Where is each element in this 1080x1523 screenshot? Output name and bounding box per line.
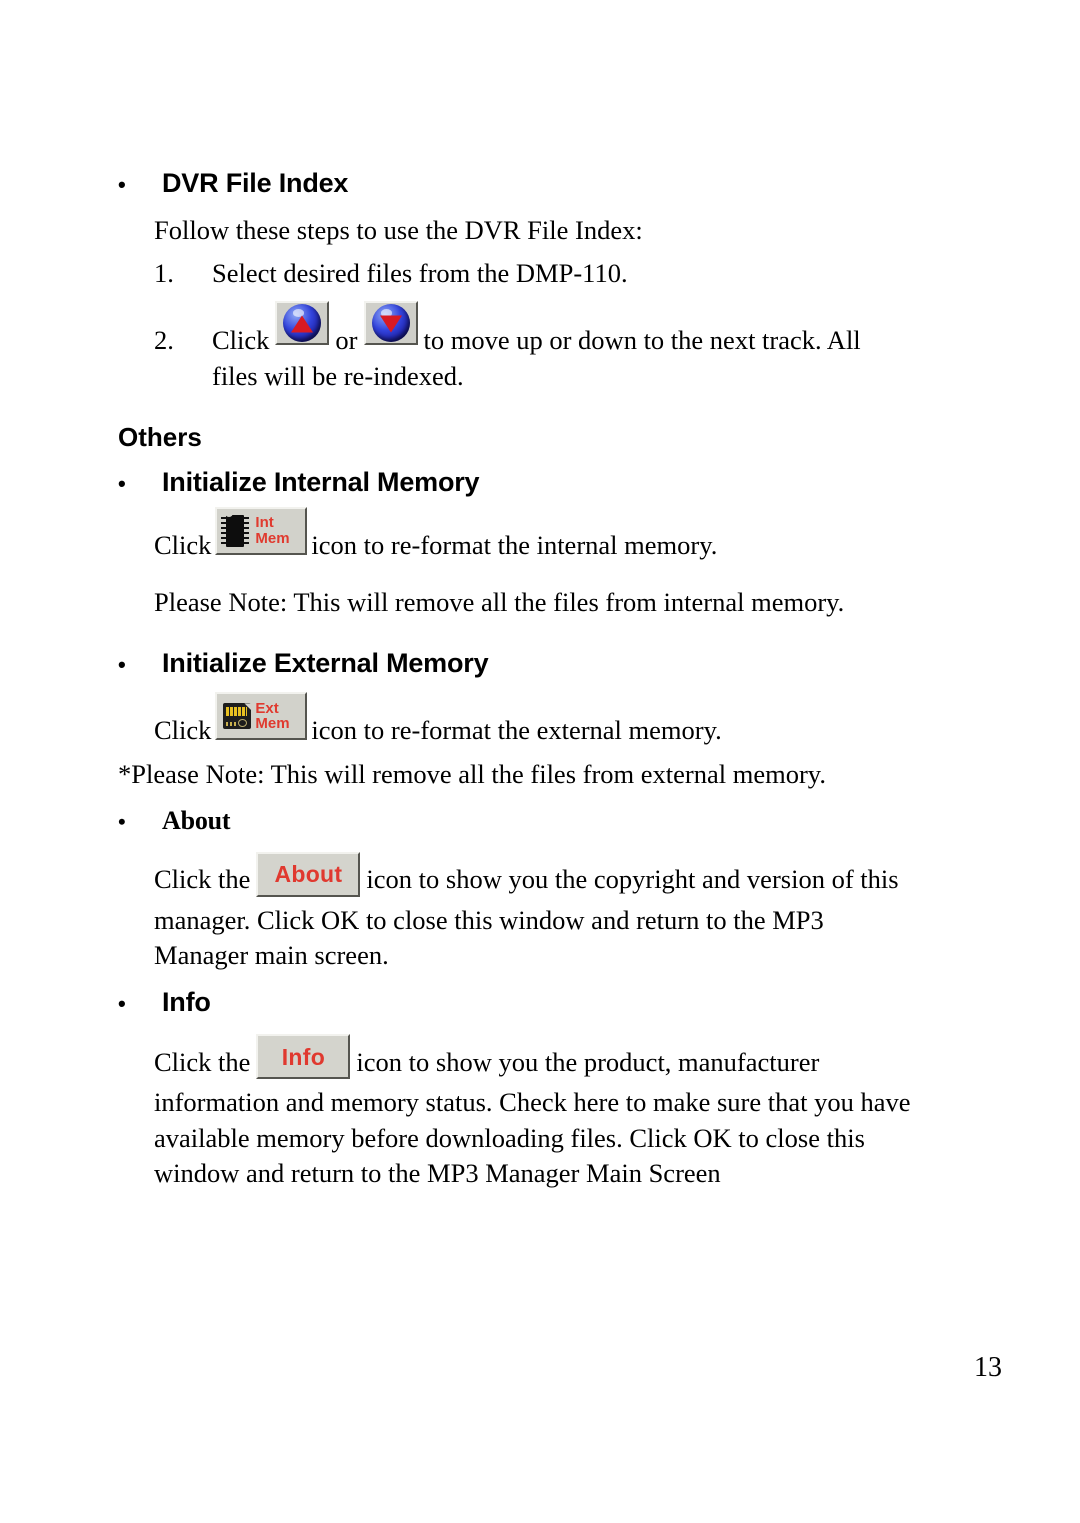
bullet-glyph: • [118,991,126,1017]
heading-about: • About [118,806,1018,836]
info-instruction-line-2: information and memory status. Check her… [154,1087,911,1118]
dvr-step-1: 1. Select desired files from the DMP-110… [154,256,1018,291]
info-button-label: Info [281,1043,326,1070]
int-mem-line-2: Mem [255,529,290,547]
heading-initialize-external-memory-label: Initialize External Memory [162,648,489,679]
info-button-icon[interactable]: Info [256,1034,351,1080]
int-mem-label: Int Mem [254,515,305,547]
internal-memory-note: Please Note: This will remove all the fi… [154,587,845,618]
dvr-step-2: 2. Click or to move up or down to the ne… [154,301,1018,393]
bullet-glyph: • [118,470,126,496]
about-click-after: icon to show you the copyright and versi… [366,864,899,895]
heading-dvr-file-index-label: DVR File Index [162,168,349,198]
memory-card-graphic [220,698,254,734]
card-contacts [226,707,248,717]
move-down-button-icon[interactable] [363,301,418,346]
int-mem-icon[interactable]: Int Mem [215,506,308,555]
info-instruction-line-1: Click the Info icon to show you the prod… [154,1034,1018,1085]
external-memory-click-before: Click [154,715,212,746]
info-click-after: icon to show you the product, manufactur… [356,1046,820,1077]
external-memory-note: *Please Note: This will remove all the f… [118,758,826,789]
move-up-button-icon[interactable] [275,301,330,346]
info-instruction-line-3: available memory before downloading file… [154,1122,865,1153]
ext-mem-line-1: Ext [255,699,279,717]
external-memory-instruction: Click Ext Mem icon to re-format the exte… [154,692,1018,748]
heading-info: • Info [118,987,1018,1018]
document-page: • DVR File Index Follow these steps to u… [0,0,1080,1523]
dvr-step-2-between: or [335,325,358,356]
internal-memory-click-before: Click [154,529,212,560]
heading-initialize-external-memory: • Initialize External Memory [118,648,1018,679]
info-instruction-line-4: window and return to the MP3 Manager Mai… [154,1157,721,1188]
dvr-step-2-after: to move up or down to the next track. Al… [423,325,861,356]
about-instruction-line-1: Click the About icon to show you the cop… [154,851,1018,903]
bullet-glyph: • [118,652,126,678]
bullet-glyph: • [118,808,126,834]
page-content: • DVR File Index Follow these steps to u… [118,168,1018,1191]
triangle-up-icon [291,315,314,333]
dvr-step-2-number: 2. [154,325,174,356]
external-memory-click-after: icon to re-format the external memory. [311,715,722,746]
ext-mem-label: Ext Mem [254,699,305,733]
about-instruction-line-3: Manager main screen. [154,940,389,971]
page-number: 13 [974,1352,1002,1383]
bullet-glyph: • [118,172,126,197]
heading-others: Others [118,421,202,452]
info-click-before: Click the [154,1046,251,1077]
heading-dvr-file-index: • DVR File Index [118,168,1018,199]
heading-initialize-internal-memory-label: Initialize Internal Memory [162,466,480,497]
triangle-down-icon [379,315,402,333]
chip-body [221,514,250,547]
about-button-icon[interactable]: About [256,851,361,897]
dvr-step-2-line-2: files will be re-indexed. [212,360,464,391]
internal-memory-instruction: Click Int Mem icon to re-format the inte… [154,506,1018,563]
about-click-before: Click the [154,864,251,895]
dvr-step-2-before: Click [212,325,270,356]
ext-mem-icon[interactable]: Ext Mem [215,692,308,741]
heading-initialize-internal-memory: • Initialize Internal Memory [118,467,1018,498]
int-mem-line-1: Int [255,514,274,532]
dvr-intro-text: Follow these steps to use the DVR File I… [154,215,643,245]
internal-memory-click-after: icon to re-format the internal memory. [311,529,718,560]
dvr-step-2-line-1: Click or to move up or down to the next … [212,301,1018,358]
heading-about-label: About [162,805,231,835]
about-button-label: About [274,861,343,888]
card-circle [238,719,248,728]
ext-mem-line-2: Mem [255,715,290,733]
card-body [223,703,252,730]
about-instruction-line-2: manager. Click OK to close this window a… [154,904,824,935]
memory-chip-graphic [220,512,254,549]
dvr-step-1-text: Select desired files from the DMP-110. [212,258,628,289]
dvr-step-1-number: 1. [154,258,174,289]
card-dots [226,722,239,727]
heading-info-label: Info [162,987,211,1018]
